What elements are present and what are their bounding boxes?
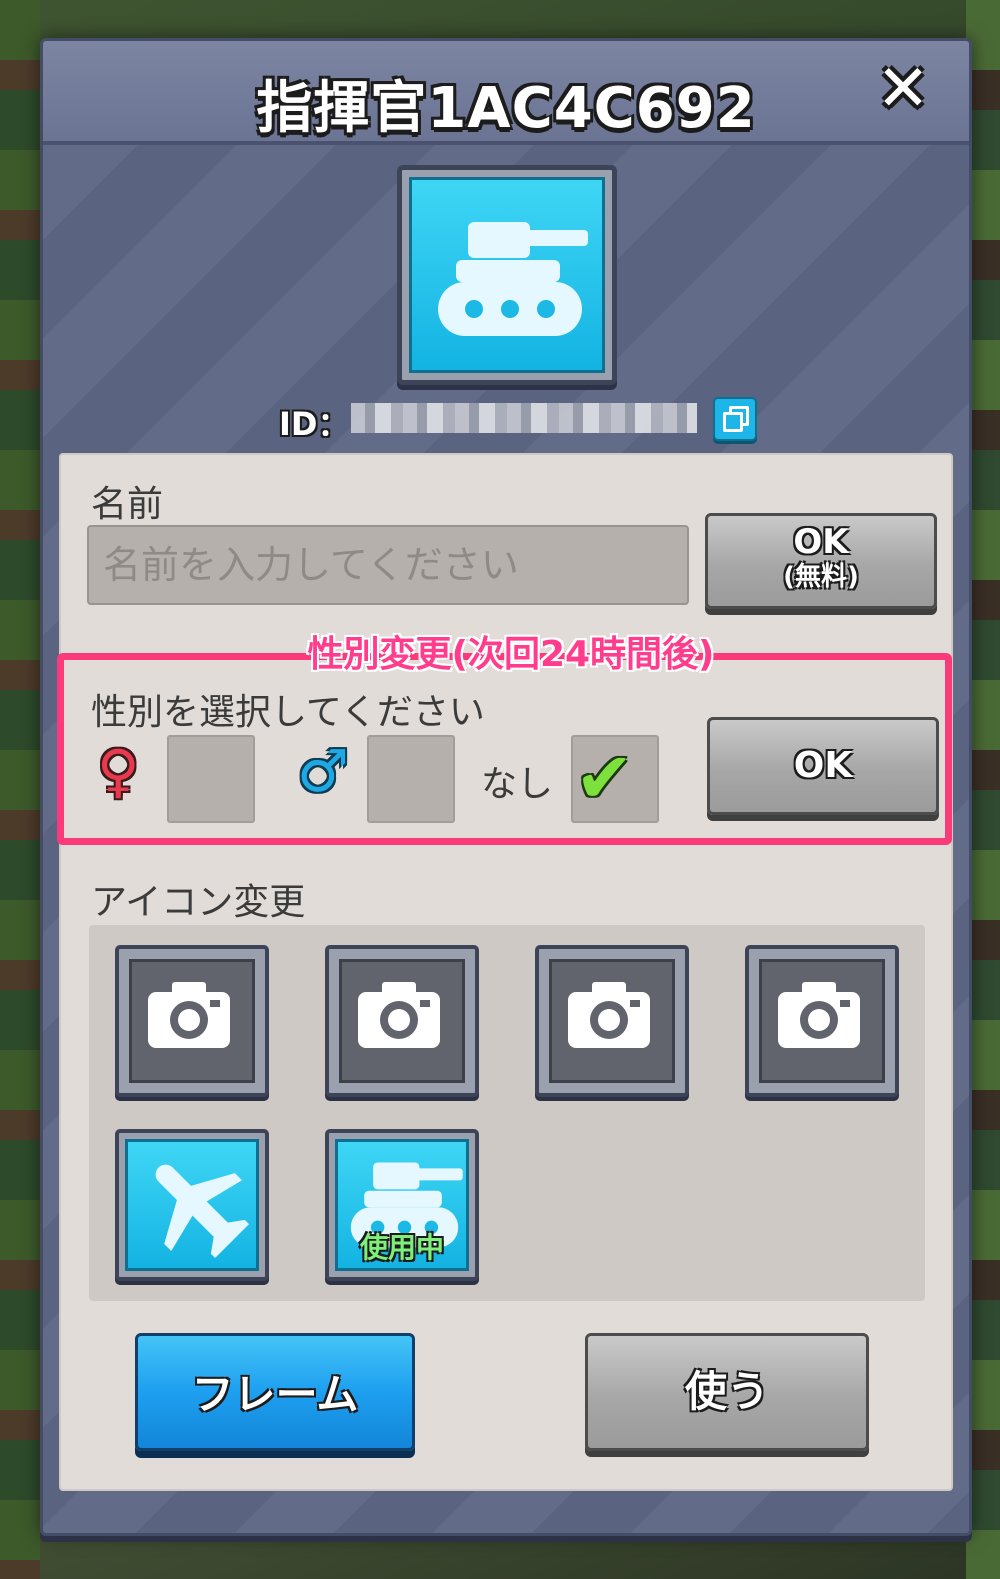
copy-icon[interactable]	[713, 397, 757, 441]
icon-slot-empty-3[interactable]	[535, 945, 689, 1097]
avatar-background	[409, 177, 605, 373]
title-bar: 指揮官1AC4C692 ✕	[43, 41, 969, 145]
gender-none-label: なし	[481, 764, 554, 805]
name-ok-button[interactable]: OK (無料)	[705, 513, 937, 609]
none-checkbox[interactable]: ✔	[571, 735, 659, 823]
icon-slot-empty-4[interactable]	[745, 945, 899, 1097]
settings-panel: 名前 OK (無料) 性別変更(次回24時間後) 性別を選択してください ♀ ♂…	[57, 453, 953, 1491]
icon-slot-empty-1[interactable]	[115, 945, 269, 1097]
in-use-badge: 使用中	[359, 1231, 444, 1264]
icon-slot-tank-in-use[interactable]: 使用中	[325, 1129, 479, 1281]
gender-ok-button[interactable]: OK	[707, 717, 939, 815]
icon-slot-empty-2[interactable]	[325, 945, 479, 1097]
airplane-icon	[155, 1164, 250, 1259]
camera-icon	[148, 982, 230, 1048]
name-ok-free-label: (無料)	[783, 562, 859, 592]
male-icon: ♂	[297, 737, 349, 805]
name-ok-label: OK	[793, 522, 849, 562]
icon-change-label: アイコン変更	[91, 882, 306, 923]
id-label: ID：	[279, 405, 350, 443]
dialog-title: 指揮官1AC4C692	[256, 76, 756, 141]
gender-change-note: 性別変更(次回24時間後)	[307, 634, 715, 675]
frame-button[interactable]: フレーム	[135, 1333, 415, 1451]
male-checkbox[interactable]	[367, 735, 455, 823]
camera-icon	[568, 982, 650, 1048]
icon-slot-airplane[interactable]	[115, 1129, 269, 1281]
camera-icon	[778, 982, 860, 1048]
name-label: 名前	[91, 484, 164, 525]
avatar	[397, 165, 617, 385]
gender-prompt: 性別を選択してください	[91, 692, 485, 733]
female-checkbox[interactable]	[167, 735, 255, 823]
name-input[interactable]	[87, 525, 689, 605]
close-icon[interactable]: ✕	[871, 57, 935, 121]
use-button[interactable]: 使う	[585, 1333, 869, 1451]
check-icon: ✔	[575, 737, 634, 819]
camera-icon	[358, 982, 440, 1048]
icon-grid: 使用中	[89, 925, 925, 1301]
female-icon: ♀	[97, 737, 140, 805]
background-left	[0, 0, 40, 1579]
tank-icon	[438, 222, 588, 336]
commander-profile-dialog: 指揮官1AC4C692 ✕ ID： 名前 OK (無料) 性別変更(次回24	[40, 38, 972, 1536]
id-value-redacted	[351, 403, 697, 433]
